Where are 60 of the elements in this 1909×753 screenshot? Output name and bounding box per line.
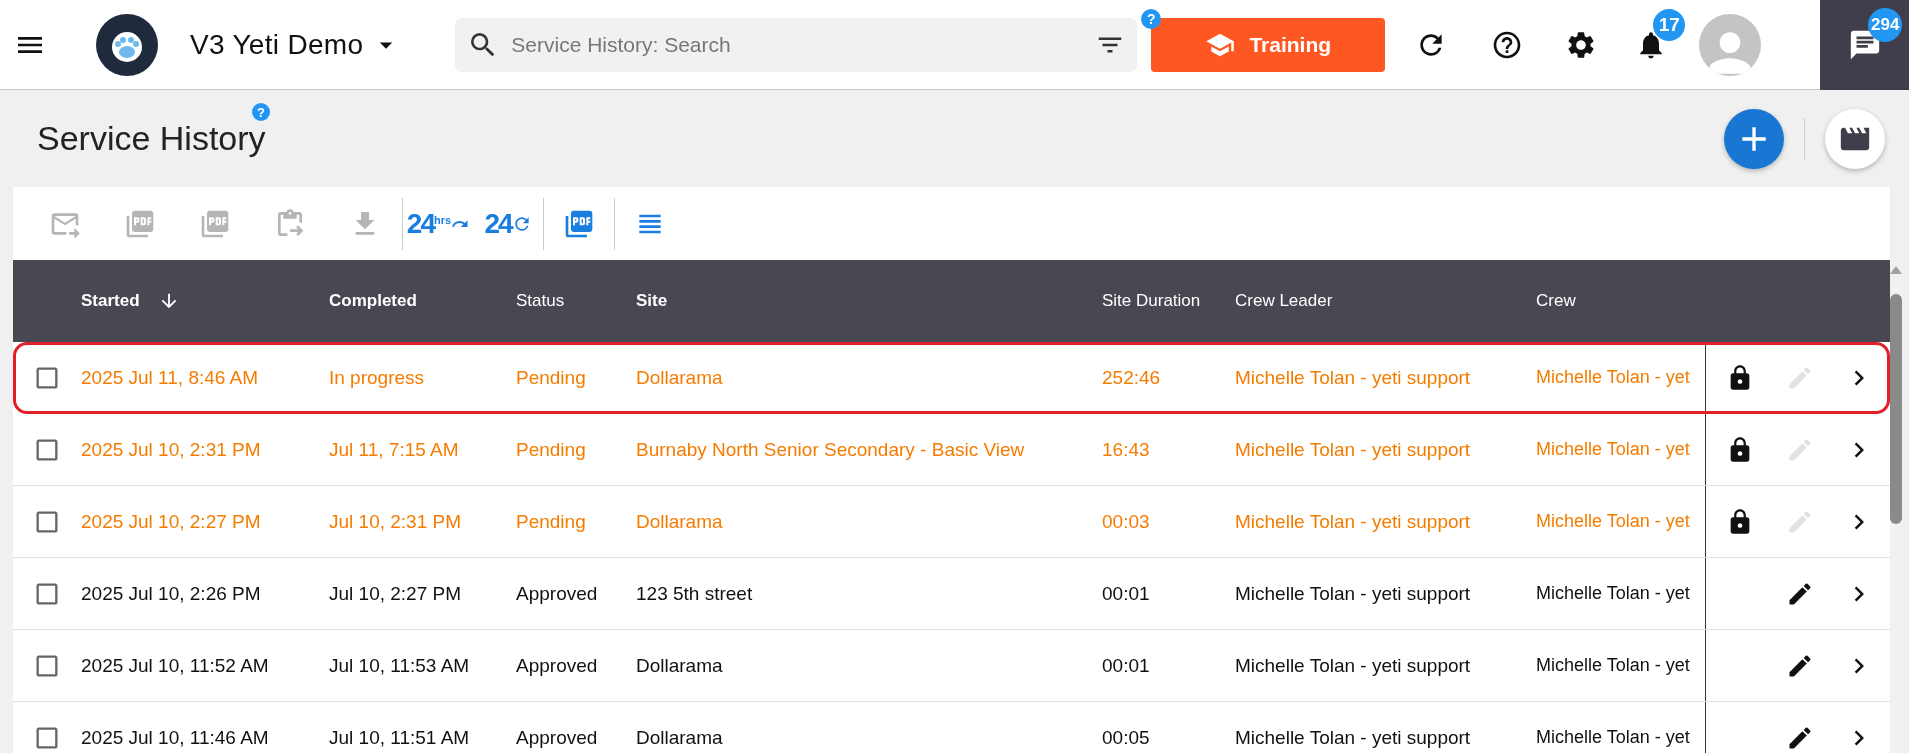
table-cell-text: Jul 11, 7:15 AM [328,438,460,461]
column-header[interactable]: Started [66,290,314,312]
table-cell-text: Dollarama [635,510,724,533]
table-cell-text: 00:01 [1101,582,1151,605]
add-button[interactable] [1724,108,1784,169]
table-cell-text: Michelle Tolan - yet [1535,583,1691,604]
table-cell-text: Pending [515,438,587,461]
table-cell-text: Dollarama [635,366,724,389]
table-cell-text: Approved [515,582,599,605]
table-cell-text: Burnaby North Senior Secondary - Basic View [635,438,1026,461]
column-header[interactable]: Crew [1521,291,1705,311]
table-cell-text: Dollarama [635,726,724,749]
table-cell-text: Michelle Tolan - yet [1535,367,1691,388]
table-cell-text: 123 5th street [635,582,754,605]
column-header[interactable]: Site [621,291,1087,311]
table-cell-text: Pending [515,510,587,533]
paw-logo-icon [96,13,158,76]
table-cell-text: Dollarama [635,654,724,677]
table-cell-text: Michelle Tolan - yet [1535,727,1691,748]
table-cell-text: Michelle Tolan - yeti support [1234,582,1472,605]
table-row[interactable]: 2025 Jul 10, 11:52 AM Jul 10, 11:53 AM Approved Dollarama 00:01 Michelle Tolan - yeti support Michelle Tolan - yet [13,630,1890,702]
column-header[interactable]: Status [501,291,621,311]
table-cell-text: 252:46 [1101,366,1162,389]
table-cell-text: 2025 Jul 10, 11:46 AM [80,726,270,749]
notification-count: 17 [1653,8,1686,41]
table-cell-text: 2025 Jul 10, 2:26 PM [80,582,262,605]
table-row[interactable]: 2025 Jul 10, 2:26 PM Jul 10, 2:27 PM Approved 123 5th street 00:01 Michelle Tolan - yeti support Michelle Tolan - yet [13,558,1890,630]
table-cell-text: Jul 10, 2:31 PM [328,510,463,533]
table-cell-text: Michelle Tolan - yeti support [1234,654,1472,677]
table-cell-text: Approved [515,726,599,749]
table-cell-text: Jul 10, 2:27 PM [328,582,463,605]
table-cell-text: Michelle Tolan - yeti support [1234,510,1472,533]
table-cell-text: Approved [515,654,599,677]
table-cell-text: Pending [515,366,587,389]
message-count: 294 [1868,7,1903,42]
table-cell-text: Michelle Tolan - yet [1535,439,1691,460]
table-cell-text: Jul 10, 11:51 AM [328,726,471,749]
company-name: V3 Yeti Demo [190,28,364,61]
column-header[interactable]: Site Duration [1087,291,1220,311]
table-cell-text: Michelle Tolan - yeti support [1234,726,1472,749]
search-bar[interactable]: Service History: Search [455,17,1138,72]
table-cell-text: 2025 Jul 11, 8:46 AM [80,366,260,389]
video-button[interactable] [1825,108,1885,169]
table-cell-text: 2025 Jul 10, 11:52 AM [80,654,270,677]
table-cell-text: 00:03 [1101,510,1151,533]
table-cell-text: Michelle Tolan - yeti support [1234,438,1472,461]
repeat-24-hours-button[interactable]: 24 [473,193,543,254]
table-cell-text: 16:43 [1101,438,1151,461]
table-cell-text: Michelle Tolan - yeti support [1234,366,1472,389]
table-cell-text: 2025 Jul 10, 2:27 PM [80,510,262,533]
search-field[interactable]: Service History: Search [509,31,1086,58]
table-cell-text: 00:05 [1101,726,1151,749]
table-cell-text: 2025 Jul 10, 2:31 PM [80,438,262,461]
table-cell-text: Michelle Tolan - yet [1535,655,1691,676]
table-cell-text: 00:01 [1101,654,1151,677]
table-cell-text: Michelle Tolan - yet [1535,511,1691,532]
table-cell-text: Jul 10, 11:53 AM [328,654,471,677]
table-cell-text: In progress [328,366,426,389]
column-header[interactable]: Crew Leader [1220,291,1521,311]
column-header[interactable]: Completed [314,291,501,311]
